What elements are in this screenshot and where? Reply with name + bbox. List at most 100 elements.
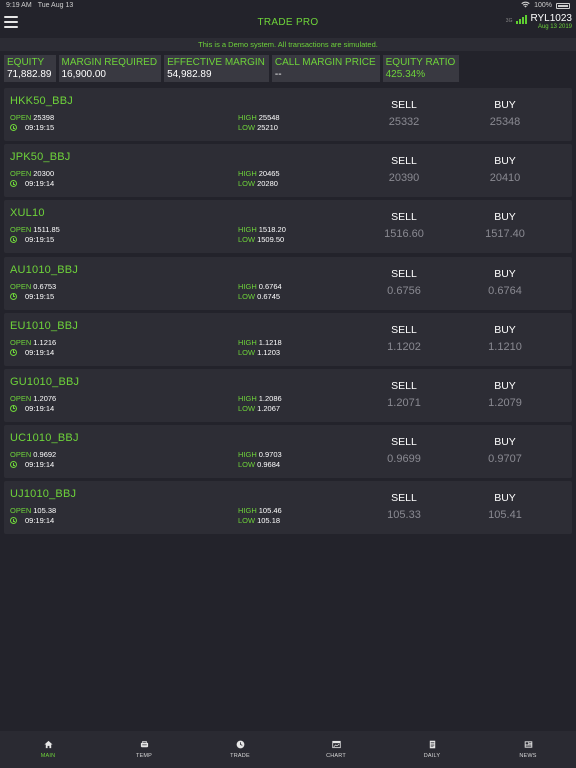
tab-label: TEMP — [135, 753, 153, 759]
low-value: 0.6745 — [257, 291, 281, 301]
buy-button[interactable]: BUY 20410 — [465, 155, 545, 184]
buy-label: BUY — [494, 323, 516, 336]
high-label: HIGH — [238, 506, 257, 516]
buy-price: 1.1210 — [488, 340, 522, 353]
quote-symbol: HKK50_BBJ — [10, 95, 73, 107]
buy-label: BUY — [494, 211, 516, 224]
quote-symbol: AU1010_BBJ — [10, 263, 79, 276]
open-value: 20300 — [33, 169, 55, 179]
sell-label: SELL — [391, 436, 417, 449]
quote-row[interactable]: UC1010_BBJ OPEN 0.9692 09:19:14 HIGH 0.970… — [4, 425, 572, 479]
stat-label: EFFECTIVE MARGIN — [167, 57, 265, 68]
stat-label: MARGIN REQUIRED — [61, 57, 158, 68]
open-label: OPEN — [10, 506, 32, 516]
sell-button[interactable]: SELL 1.1202 — [364, 324, 444, 353]
bottom-tab-bar: MAIN TEMP TRADE CHART DAILY NEWS — [0, 731, 576, 768]
sell-button[interactable]: SELL 1516.60 — [364, 211, 444, 240]
tab-chart[interactable]: CHART — [288, 731, 384, 768]
document-icon — [429, 740, 435, 749]
sell-button[interactable]: SELL 20390 — [364, 155, 444, 184]
account-id: RYL1023 — [530, 13, 572, 24]
sell-button[interactable]: SELL 1.2071 — [364, 380, 444, 409]
open-label: OPEN — [10, 393, 32, 403]
quote-row[interactable]: UJ1010_BBJ OPEN 105.38 09:19:14 HIGH 105.4… — [4, 481, 572, 535]
quote-symbol: EU1010_BBJ — [10, 319, 79, 332]
network-label: 3G — [505, 18, 513, 24]
sell-button[interactable]: SELL 105.33 — [364, 492, 444, 521]
clock-icon — [10, 124, 17, 131]
account-stats: EQUITY 71,882.89 MARGIN REQUIRED 16,900.… — [4, 55, 460, 82]
time-line: 09:19:14 — [10, 516, 54, 525]
quote-time: 09:19:15 — [25, 235, 55, 245]
quote-row[interactable]: AU1010_BBJ OPEN 0.6753 09:19:15 HIGH 0.676… — [4, 256, 572, 310]
low-value: 1509.50 — [257, 235, 285, 245]
buy-button[interactable]: BUY 0.6764 — [465, 268, 545, 297]
quote-row[interactable]: GU1010_BBJ OPEN 1.2076 09:19:14 HIGH 1.208… — [4, 368, 572, 422]
quote-row[interactable]: XUL10 OPEN 1511.85 09:19:15 HIGH 1518.20 L… — [4, 200, 572, 254]
high-line: HIGH 1518.20 — [238, 225, 286, 234]
clock-icon — [10, 404, 17, 412]
quote-time: 09:19:15 — [25, 291, 55, 301]
quote-row[interactable]: JPK50_BBJ OPEN 20300 09:19:14 HIGH 20465 L… — [4, 144, 572, 198]
stat-call-margin-price: CALL MARGIN PRICE -- — [271, 55, 380, 82]
tab-label: DAILY — [423, 753, 441, 759]
sell-button[interactable]: SELL 0.6756 — [364, 268, 444, 297]
open-value: 25398 — [33, 113, 55, 122]
time-line: 09:19:14 — [10, 460, 54, 469]
open-value: 1.2076 — [33, 393, 57, 403]
buy-button[interactable]: BUY 1.2079 — [465, 380, 545, 409]
sell-price: 20390 — [388, 172, 420, 185]
sell-label: SELL — [391, 211, 417, 224]
buy-button[interactable]: BUY 1517.40 — [465, 211, 545, 240]
demo-banner: This is a Demo system. All transactions … — [0, 38, 576, 51]
tab-temp[interactable]: TEMP — [96, 731, 192, 768]
buy-price: 20410 — [489, 172, 521, 185]
sell-price: 0.6756 — [387, 284, 421, 297]
tab-main[interactable]: MAIN — [0, 731, 96, 768]
account-date: Aug 13 2019 — [537, 24, 572, 30]
open-line: OPEN 1.2076 — [10, 394, 56, 403]
app-header: TRADE PRO 3G RYL1023 Aug 13 2019 — [0, 11, 576, 35]
low-value: 20280 — [257, 179, 278, 189]
high-value: 1518.20 — [258, 225, 286, 235]
buy-price: 105.41 — [488, 509, 522, 522]
quote-row[interactable]: EU1010_BBJ OPEN 1.1216 09:19:14 HIGH 1.121… — [4, 312, 572, 366]
stat-margin-required: MARGIN REQUIRED 16,900.00 — [58, 55, 162, 82]
open-value: 0.6753 — [33, 281, 57, 291]
stat-value: 16,900.00 — [61, 69, 107, 80]
tab-trade[interactable]: TRADE — [192, 731, 288, 768]
buy-price: 1517.40 — [485, 228, 525, 241]
buy-label: BUY — [494, 267, 516, 280]
sell-price: 1.1202 — [387, 340, 421, 353]
buy-button[interactable]: BUY 1.1210 — [465, 324, 545, 353]
sell-price: 0.9699 — [387, 453, 421, 466]
sell-price: 1.2071 — [387, 396, 421, 409]
buy-button[interactable]: BUY 105.41 — [465, 492, 545, 521]
open-value: 1511.85 — [33, 225, 60, 235]
buy-button[interactable]: BUY 25348 — [465, 99, 545, 128]
sell-label: SELL — [391, 267, 417, 280]
time-line: 09:19:15 — [10, 123, 54, 132]
sell-label: SELL — [391, 379, 417, 392]
sell-button[interactable]: SELL 0.9699 — [364, 436, 444, 465]
high-label: HIGH — [238, 393, 257, 403]
low-line: LOW 1.1203 — [238, 348, 280, 357]
quote-time: 09:19:14 — [25, 516, 55, 526]
sell-label: SELL — [391, 323, 417, 336]
buy-button[interactable]: BUY 0.9707 — [465, 436, 545, 465]
stat-value: 71,882.89 — [7, 69, 52, 80]
sell-button[interactable]: SELL 25332 — [364, 99, 444, 128]
clock-icon — [10, 292, 17, 300]
battery-icon — [556, 2, 570, 9]
tab-news[interactable]: NEWS — [480, 731, 576, 768]
high-line: HIGH 0.9703 — [238, 450, 282, 459]
low-value: 25210 — [257, 123, 278, 132]
clock-icon — [10, 348, 17, 356]
account-info[interactable]: 3G RYL1023 Aug 13 2019 — [506, 13, 572, 30]
quote-time: 09:19:15 — [25, 123, 55, 132]
chart-icon — [331, 740, 341, 749]
tab-daily[interactable]: DAILY — [384, 731, 480, 768]
time-line: 09:19:14 — [10, 348, 54, 357]
quote-row[interactable]: HKK50_BBJ OPEN 25398 09:19:15 HIGH 25548 L… — [4, 88, 572, 141]
low-line: LOW 0.6745 — [238, 292, 280, 301]
